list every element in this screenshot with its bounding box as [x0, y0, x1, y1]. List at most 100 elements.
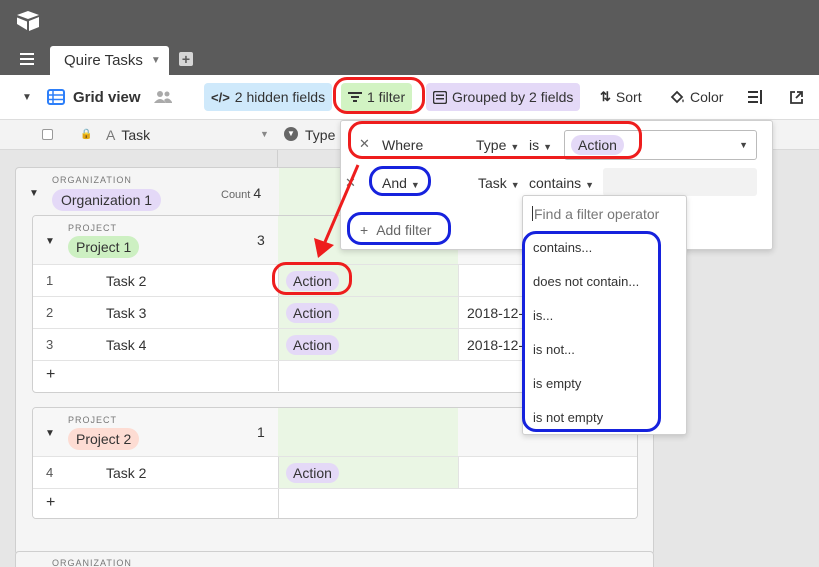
- group-icon: [433, 90, 447, 104]
- group-field-label: PROJECT: [68, 415, 118, 425]
- select-all-checkbox[interactable]: [42, 129, 53, 140]
- chevron-down-icon: ▼: [739, 140, 748, 150]
- table-tab-bar: Quire Tasks ▼ +: [0, 44, 819, 75]
- type-pill: Action: [286, 463, 339, 483]
- group-field-label: ORGANIZATION: [52, 175, 132, 185]
- group-count: 1: [257, 424, 265, 440]
- collapse-triangle-icon[interactable]: ▼: [45, 428, 55, 439]
- operator-option[interactable]: contains...: [533, 240, 592, 255]
- remove-filter-icon[interactable]: ✕: [345, 175, 356, 191]
- row-number: 1: [46, 273, 54, 288]
- color-button[interactable]: Color: [670, 83, 723, 111]
- filter-value-pill: Action: [571, 135, 624, 155]
- chevron-down-icon[interactable]: ▼: [151, 55, 161, 66]
- add-row-button[interactable]: +: [33, 488, 637, 518]
- group-count: Count 4: [221, 185, 261, 201]
- task-cell[interactable]: Task 2: [106, 273, 146, 289]
- type-cell: [278, 361, 458, 391]
- external-link-icon: [790, 90, 803, 104]
- filter-field-select[interactable]: Task ▼: [478, 175, 520, 191]
- operator-option[interactable]: is not empty: [533, 410, 603, 425]
- filter-value-input[interactable]: [603, 168, 757, 196]
- add-filter-label: Add filter: [376, 222, 432, 238]
- chevron-down-icon[interactable]: ▼: [260, 129, 269, 139]
- type-pill: Action: [286, 271, 339, 291]
- operator-search-input[interactable]: Find a filter operator: [532, 206, 659, 222]
- date-cell[interactable]: [458, 457, 637, 488]
- task-cell[interactable]: Task 3: [106, 305, 146, 321]
- collapse-triangle-icon[interactable]: ▼: [29, 188, 39, 199]
- tab-quire-tasks[interactable]: Quire Tasks ▼: [50, 46, 169, 75]
- filter-operator-select[interactable]: contains ▼: [529, 175, 594, 191]
- operator-option[interactable]: is...: [533, 308, 553, 323]
- operator-option[interactable]: is empty: [533, 376, 581, 391]
- hidden-fields-label: 2 hidden fields: [234, 89, 326, 105]
- tab-label: Quire Tasks: [64, 52, 143, 69]
- add-table-button[interactable]: +: [179, 52, 193, 66]
- column-header-task[interactable]: A Task: [106, 127, 150, 143]
- add-row-label: +: [46, 494, 56, 511]
- color-label: Color: [690, 89, 724, 105]
- operator-option[interactable]: is not...: [533, 342, 575, 357]
- row-number: 4: [46, 465, 54, 480]
- paint-bucket-icon: [670, 90, 684, 104]
- chevron-down-icon: ▼: [585, 180, 595, 190]
- single-select-icon: ▼: [284, 127, 298, 141]
- task-cell[interactable]: Task 2: [106, 465, 146, 481]
- project-badge: Project 1: [68, 236, 140, 258]
- filter-button[interactable]: 1 filter: [341, 83, 413, 111]
- filter-operator-label: contains: [529, 175, 582, 191]
- type-cell[interactable]: Action: [278, 457, 458, 488]
- menu-icon[interactable]: [20, 53, 34, 65]
- column-task-label: Task: [121, 127, 151, 143]
- share-view-button[interactable]: [790, 83, 803, 111]
- row-height-icon: [748, 90, 762, 104]
- filter-conjunction-select[interactable]: And ▼: [382, 175, 420, 191]
- app-header: [0, 0, 819, 44]
- add-filter-button[interactable]: + Add filter: [360, 222, 431, 238]
- view-name: Grid view: [73, 88, 141, 106]
- type-pill: Action: [286, 303, 339, 323]
- lock-icon: 🔒: [80, 129, 93, 140]
- view-switcher[interactable]: Grid view: [47, 83, 141, 111]
- remove-filter-icon[interactable]: ✕: [359, 136, 370, 152]
- operator-dropdown: Find a filter operator contains... does …: [522, 195, 687, 435]
- project-badge: Project 2: [68, 428, 140, 450]
- row-number: 3: [46, 337, 54, 352]
- count-value: 4: [253, 185, 262, 201]
- sidebar-toggle-button[interactable]: ▼: [22, 83, 32, 111]
- collapse-triangle-icon[interactable]: ▼: [45, 236, 55, 247]
- collaborators-icon[interactable]: [154, 83, 172, 111]
- type-cell: [278, 489, 458, 518]
- code-icon: </>: [211, 89, 230, 105]
- type-cell[interactable]: Action: [278, 265, 458, 296]
- plus-icon: +: [360, 222, 369, 238]
- task-cell[interactable]: Task 4: [106, 337, 146, 353]
- airtable-logo-icon[interactable]: [16, 10, 40, 32]
- filter-value-select[interactable]: Action ▼: [564, 130, 757, 160]
- organization-group-next: ORGANIZATION: [15, 551, 654, 567]
- type-cell[interactable]: Action: [278, 297, 458, 328]
- filter-operator-select[interactable]: is ▼: [529, 137, 552, 153]
- table-row[interactable]: 4 Task 2 Action: [33, 456, 637, 488]
- filter-conjunction-label: And: [382, 175, 407, 191]
- group-field-label: PROJECT: [68, 223, 118, 233]
- type-cell[interactable]: Action: [278, 329, 458, 360]
- group-count: 3: [257, 232, 265, 248]
- view-toolbar: ▼ Grid view </> 2 hidden fields 1 filter…: [0, 75, 819, 120]
- filter-label: 1 filter: [367, 89, 406, 105]
- column-header-type[interactable]: Type: [305, 127, 335, 143]
- filter-field-label: Task: [478, 175, 507, 191]
- filter-conjunction: Where: [382, 137, 424, 153]
- row-height-button[interactable]: [748, 83, 763, 111]
- sort-button[interactable]: ⇅ Sort: [600, 83, 642, 111]
- add-row-label: +: [46, 366, 56, 383]
- group-button[interactable]: Grouped by 2 fields: [426, 83, 581, 111]
- filter-field-select[interactable]: Type ▼: [476, 137, 519, 153]
- grid-icon: [47, 89, 65, 105]
- hidden-fields-button[interactable]: </> 2 hidden fields: [204, 83, 333, 111]
- group-label: Grouped by 2 fields: [452, 89, 574, 105]
- operator-option[interactable]: does not contain...: [533, 274, 639, 289]
- organization-badge: Organization 1: [52, 189, 162, 211]
- chevron-down-icon: ▼: [543, 142, 553, 152]
